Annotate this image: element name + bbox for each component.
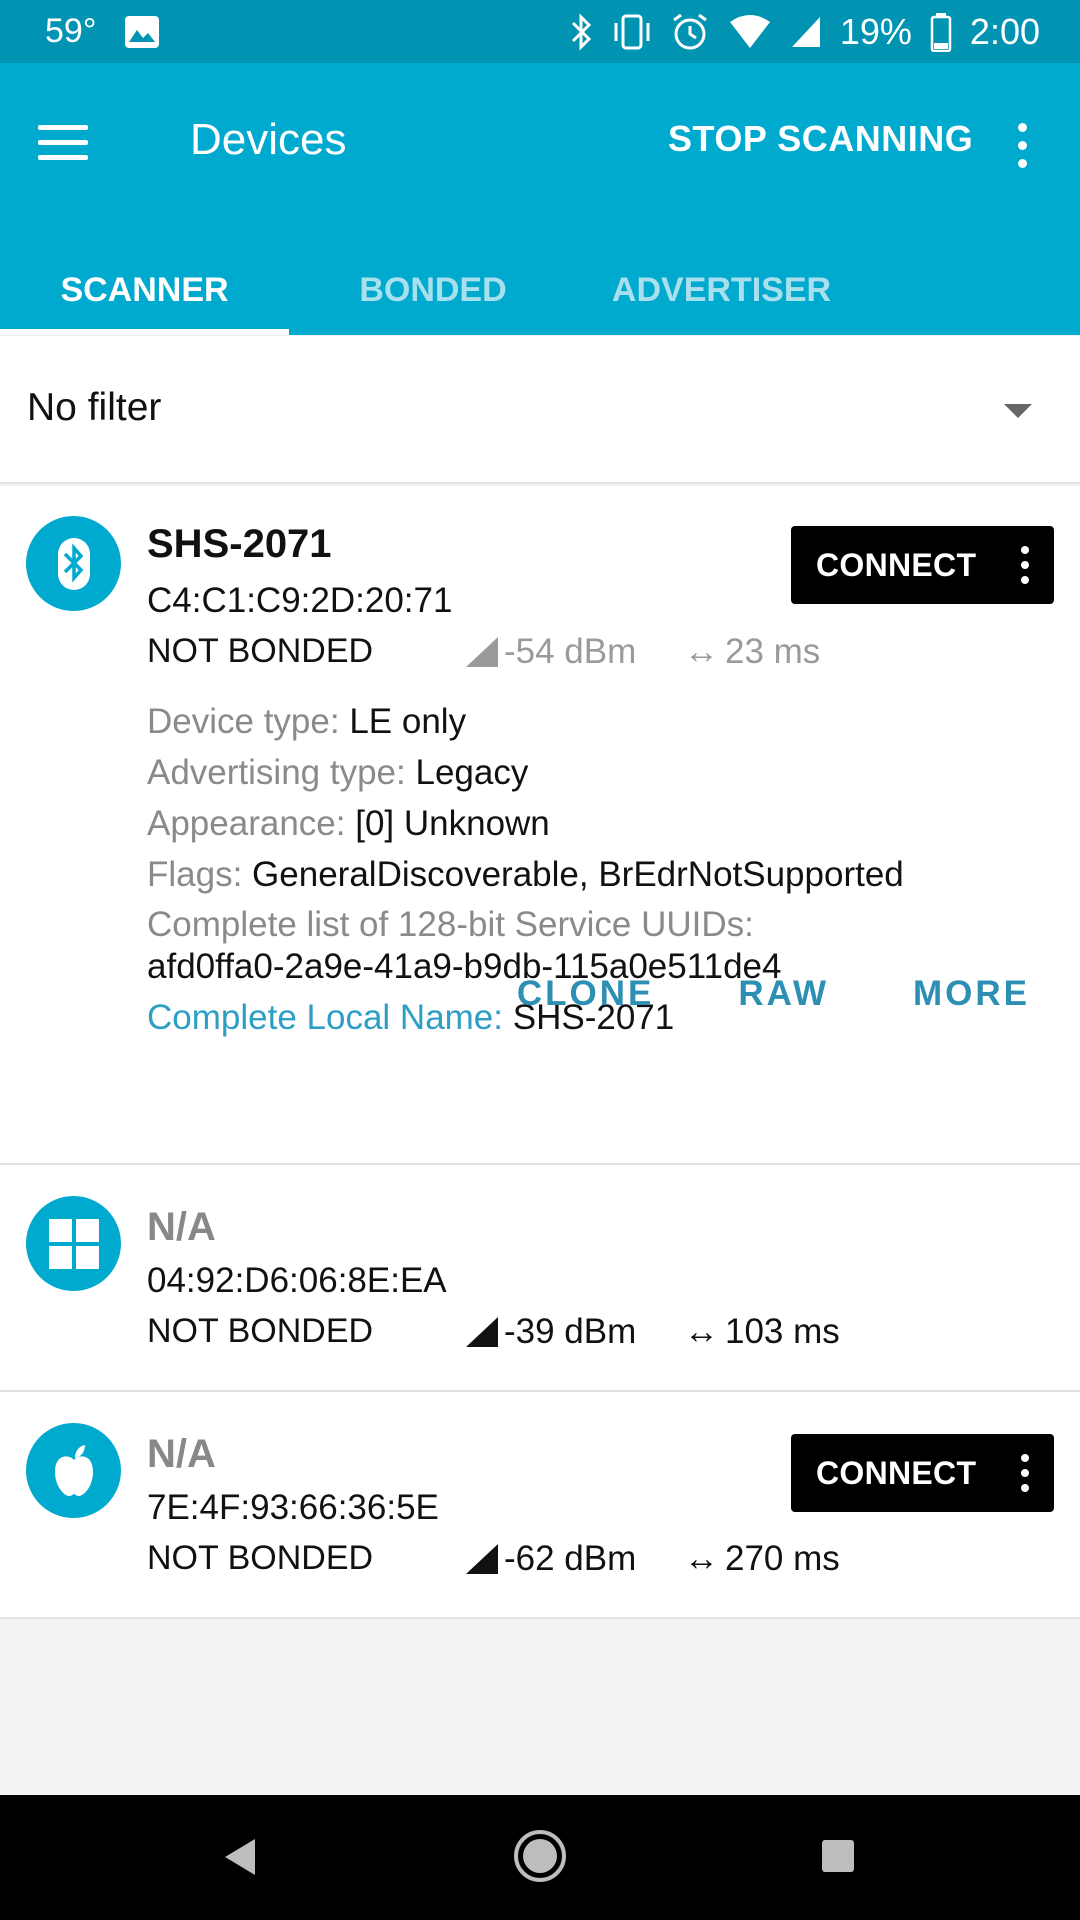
rssi-value: -54 dBm bbox=[466, 632, 636, 672]
tab-indicator bbox=[0, 329, 289, 335]
temperature-text: 59° bbox=[45, 12, 97, 50]
rssi-text: -39 dBm bbox=[504, 1312, 637, 1351]
device-name: N/A bbox=[147, 1205, 216, 1249]
clone-button[interactable]: CLONE bbox=[517, 974, 655, 1014]
interval-text: 103 ms bbox=[725, 1312, 840, 1351]
interval-arrows-icon: ↔ bbox=[684, 632, 719, 671]
connect-label: CONNECT bbox=[816, 1454, 977, 1491]
signal-strength-icon bbox=[466, 1317, 498, 1347]
page-title: Devices bbox=[190, 115, 347, 164]
overflow-menu-icon[interactable] bbox=[1010, 115, 1034, 175]
device-card[interactable]: SHS-2071 C4:C1:C9:2D:20:71 NOT BONDED -5… bbox=[0, 486, 1080, 1165]
detail-key: Complete list of 128-bit Service UUIDs: bbox=[147, 905, 754, 944]
rssi-text: -54 dBm bbox=[504, 632, 637, 671]
interval-arrows-icon: ↔ bbox=[684, 1539, 719, 1578]
signal-strength-icon bbox=[466, 1544, 498, 1574]
interval-arrows-icon: ↔ bbox=[684, 1312, 719, 1351]
cell-signal-icon bbox=[790, 15, 822, 49]
battery-percent: 19% bbox=[839, 10, 912, 52]
dropdown-arrow-icon bbox=[1004, 404, 1032, 418]
tab-advertiser[interactable]: ADVERTISER bbox=[577, 245, 866, 335]
stop-scanning-button[interactable]: STOP SCANNING bbox=[668, 118, 973, 160]
interval-value: ↔ 103 ms bbox=[684, 1312, 840, 1352]
hamburger-menu-icon[interactable] bbox=[38, 107, 108, 177]
back-icon[interactable] bbox=[225, 1839, 255, 1875]
device-card[interactable]: N/A 7E:4F:93:66:36:5E NOT BONDED -62 dBm… bbox=[0, 1392, 1080, 1619]
interval-text: 23 ms bbox=[725, 632, 821, 671]
detail-value: LE only bbox=[349, 702, 467, 741]
connect-button[interactable]: CONNECT bbox=[791, 526, 1054, 604]
image-notification-icon bbox=[124, 15, 160, 49]
vibrate-icon bbox=[612, 13, 652, 51]
navigation-bar bbox=[0, 1795, 1080, 1920]
detail-value: [0] Unknown bbox=[355, 804, 550, 843]
device-name: N/A bbox=[147, 1432, 216, 1476]
bond-state: NOT BONDED bbox=[147, 1312, 374, 1350]
device-mac: 04:92:D6:06:8E:EA bbox=[147, 1261, 447, 1300]
detail-key: Appearance: bbox=[147, 804, 346, 843]
device-mac: 7E:4F:93:66:36:5E bbox=[147, 1488, 439, 1527]
windows-icon bbox=[26, 1196, 121, 1291]
interval-text: 270 ms bbox=[725, 1539, 840, 1578]
wifi-icon bbox=[728, 14, 772, 50]
device-name: SHS-2071 bbox=[147, 522, 332, 566]
card-actions: CLONE RAW MORE bbox=[517, 974, 1030, 1014]
filter-dropdown[interactable]: No filter bbox=[0, 336, 1080, 484]
signal-strength-icon bbox=[466, 637, 498, 667]
device-card[interactable]: N/A 04:92:D6:06:8E:EA NOT BONDED -39 dBm… bbox=[0, 1165, 1080, 1392]
app-bar: Devices STOP SCANNING SCANNER BONDED ADV… bbox=[0, 63, 1080, 335]
rssi-value: -62 dBm bbox=[466, 1539, 636, 1579]
detail-key: Advertising type: bbox=[147, 753, 406, 792]
rssi-text: -62 dBm bbox=[504, 1539, 637, 1578]
connect-more-icon[interactable] bbox=[1018, 542, 1032, 588]
apple-icon bbox=[26, 1423, 121, 1518]
raw-button[interactable]: RAW bbox=[738, 974, 829, 1014]
more-button[interactable]: MORE bbox=[913, 974, 1030, 1014]
detail-key: Device type: bbox=[147, 702, 340, 741]
detail-key: Flags: bbox=[147, 855, 243, 894]
clock-time: 2:00 bbox=[969, 10, 1040, 52]
device-mac: C4:C1:C9:2D:20:71 bbox=[147, 581, 453, 620]
detail-value: GeneralDiscoverable, BrEdrNotSupported bbox=[252, 855, 904, 894]
filter-label: No filter bbox=[27, 386, 162, 429]
tab-bonded[interactable]: BONDED bbox=[289, 245, 577, 335]
battery-icon bbox=[930, 12, 952, 52]
status-bar: 59° 19% 2:00 bbox=[0, 0, 1080, 63]
detail-value: Legacy bbox=[415, 753, 529, 792]
recent-apps-icon[interactable] bbox=[822, 1840, 854, 1872]
connect-button[interactable]: CONNECT bbox=[791, 1434, 1054, 1512]
bond-state: NOT BONDED bbox=[147, 632, 374, 670]
connect-label: CONNECT bbox=[816, 546, 977, 583]
interval-value: ↔ 23 ms bbox=[684, 632, 820, 672]
detail-key: Complete Local Name: bbox=[147, 998, 503, 1037]
tab-bar: SCANNER BONDED ADVERTISER bbox=[0, 245, 1080, 335]
home-icon[interactable] bbox=[514, 1830, 566, 1882]
bond-state: NOT BONDED bbox=[147, 1539, 374, 1577]
connect-more-icon[interactable] bbox=[1018, 1450, 1032, 1496]
tab-scanner[interactable]: SCANNER bbox=[0, 245, 289, 335]
interval-value: ↔ 270 ms bbox=[684, 1539, 840, 1579]
bluetooth-status-icon bbox=[570, 12, 594, 51]
rssi-value: -39 dBm bbox=[466, 1312, 636, 1352]
bluetooth-icon bbox=[26, 516, 121, 611]
alarm-icon bbox=[670, 12, 710, 52]
